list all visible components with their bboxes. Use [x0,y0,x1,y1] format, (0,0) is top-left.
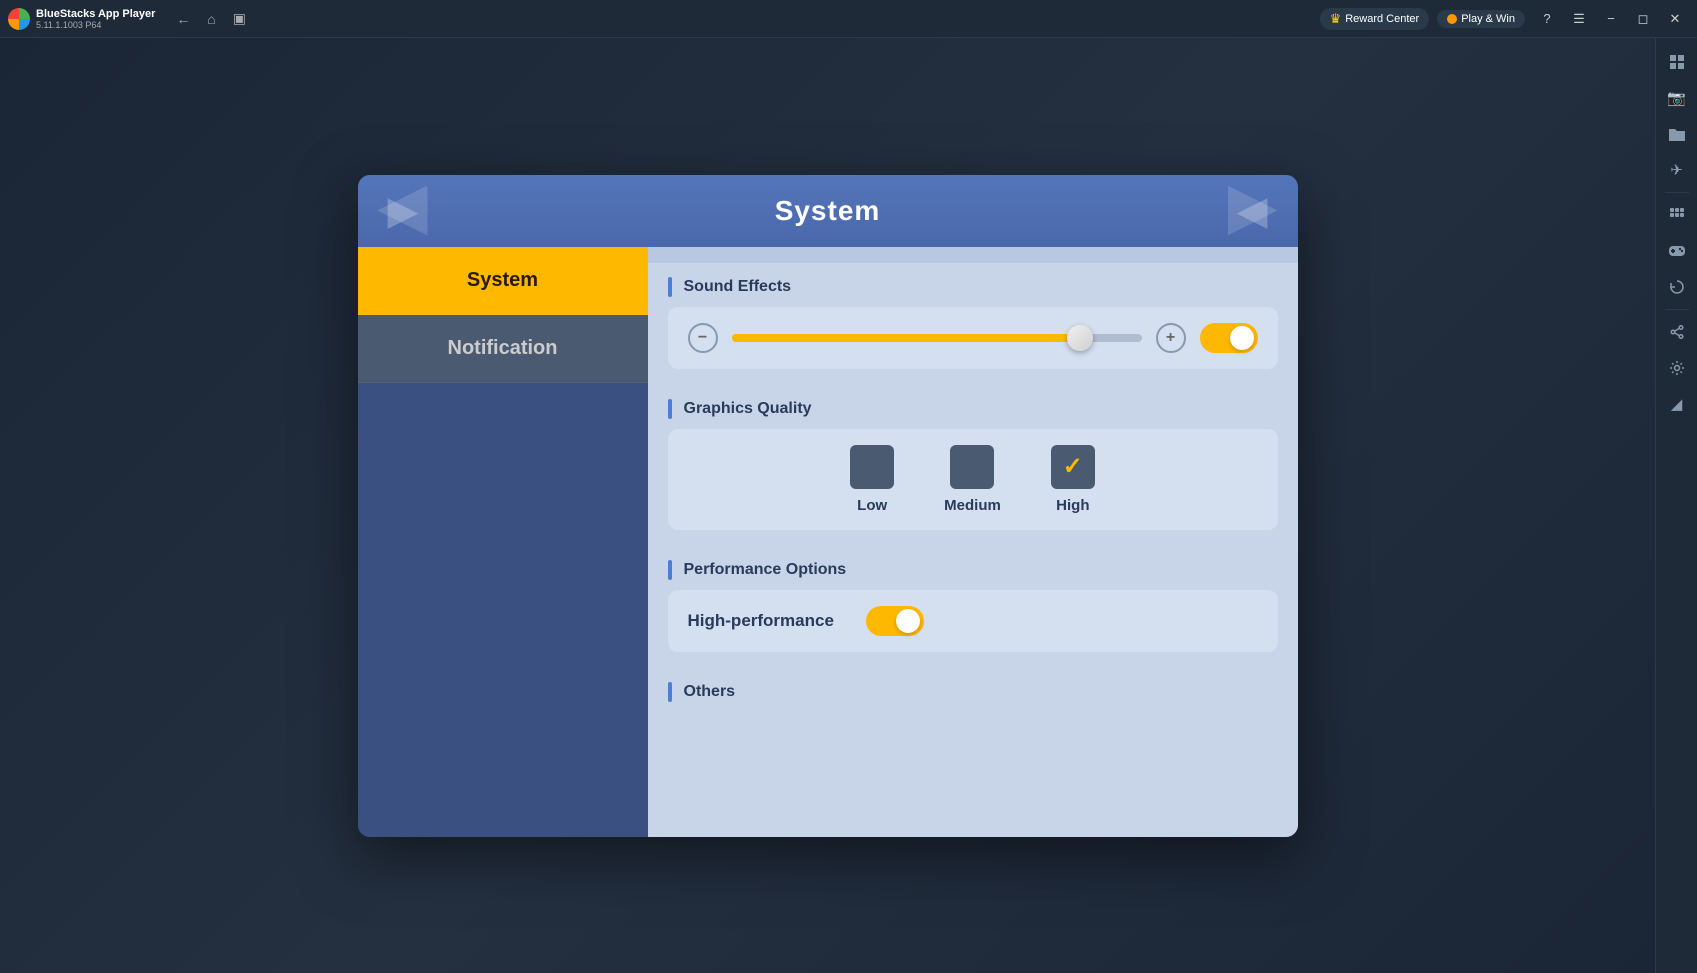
graphics-section-bar [668,399,672,419]
quality-medium-checkbox [950,445,994,489]
content-top-bar [648,247,1298,263]
graphics-quality-label: Graphics Quality [668,399,1278,419]
others-section-bar [668,682,672,702]
nav-system-label: System [467,269,538,291]
sidebar-controller-icon[interactable] [1661,235,1693,267]
nav-item-system[interactable]: System [358,247,648,315]
app-name: BlueStacks App Player [36,8,155,20]
sound-toggle[interactable] [1200,323,1258,353]
quality-row: Low Medium ✓ High [688,445,1258,514]
close-button[interactable]: ✕ [1661,7,1689,31]
sidebar-expand-icon[interactable]: ◢ [1661,388,1693,420]
minimize-button[interactable]: − [1597,7,1625,31]
sound-toggle-knob [1230,326,1254,350]
windows-button[interactable]: ▣ [227,7,251,31]
reward-label: Reward Center [1345,13,1419,25]
main-area: ▶ System ◀ System Notification [0,38,1655,973]
quality-high[interactable]: ✓ High [1051,445,1095,514]
sound-section-bar [668,277,672,297]
sound-decrease-button[interactable]: − [688,323,718,353]
reward-center-button[interactable]: ♛ Reward Center [1320,8,1430,30]
checkmark-icon: ✓ [1063,452,1083,481]
top-bar-right: ♛ Reward Center Play & Win ? ☰ − ◻ ✕ [1320,7,1697,31]
others-label: Others [668,682,1278,702]
sidebar-grid-icon[interactable] [1661,199,1693,231]
sound-effects-content: − + [668,307,1278,369]
restore-button[interactable]: ◻ [1629,7,1657,31]
sidebar-folder-icon[interactable] [1661,118,1693,150]
performance-section: Performance Options High-performance [648,546,1298,668]
quality-low[interactable]: Low [850,445,894,514]
graphics-quality-section: Graphics Quality Low Medium [648,385,1298,546]
sidebar-divider-1 [1665,192,1689,193]
sound-increase-button[interactable]: + [1156,323,1186,353]
menu-button[interactable]: ☰ [1565,7,1593,31]
system-modal: ▶ System ◀ System Notification [358,175,1298,837]
others-section: Others [648,668,1298,702]
quality-low-label: Low [857,497,887,514]
sound-effects-section: Sound Effects − [648,263,1298,385]
app-version: 5.11.1.1003 P64 [36,20,155,30]
home-button[interactable]: ⌂ [199,7,223,31]
sidebar-settings-bottom-icon[interactable] [1661,352,1693,384]
window-controls: ? ☰ − ◻ ✕ [1533,7,1689,31]
slider-fill [732,334,1081,342]
sidebar-airplane-icon[interactable]: ✈ [1661,154,1693,186]
sound-slider[interactable] [732,334,1142,342]
quality-high-checkbox: ✓ [1051,445,1095,489]
sidebar-share-icon[interactable] [1661,316,1693,348]
sidebar-rotate-icon[interactable] [1661,271,1693,303]
right-sidebar: 📷 ✈ ◢ [1655,38,1697,973]
crown-icon: ♛ [1330,11,1342,27]
modal-body: System Notification Sound Effects [358,247,1298,837]
performance-toggle-knob [896,609,920,633]
quality-medium[interactable]: Medium [944,445,1001,514]
sound-row: − + [688,323,1258,353]
performance-row: High-performance [688,606,1258,636]
top-nav-buttons: ← ⌂ ▣ [171,7,251,31]
play-win-label: Play & Win [1461,13,1515,25]
app-info: BlueStacks App Player 5.11.1.1003 P64 [36,8,155,30]
performance-label: Performance Options [668,560,1278,580]
app-logo: BlueStacks App Player 5.11.1.1003 P64 [0,8,163,30]
coin-icon [1447,14,1457,24]
performance-content: High-performance [668,590,1278,652]
bluestacks-logo-icon [8,8,30,30]
quality-high-label: High [1056,497,1089,514]
performance-section-bar [668,560,672,580]
sidebar-divider-2 [1665,309,1689,310]
nav-item-notification[interactable]: Notification [358,315,648,383]
help-button[interactable]: ? [1533,7,1561,31]
modal-title: System [775,195,881,226]
nav-notification-label: Notification [448,337,558,359]
modal-nav: System Notification [358,247,648,837]
graphics-quality-content: Low Medium ✓ High [668,429,1278,530]
modal-header-right-arrow: ◀ [1237,188,1268,234]
high-performance-label: High-performance [688,611,834,631]
quality-medium-label: Medium [944,497,1001,514]
quality-low-checkbox [850,445,894,489]
modal-header: ▶ System ◀ [358,175,1298,247]
modal-header-left-arrow: ▶ [388,188,419,234]
modal-content: Sound Effects − [648,247,1298,837]
plus-icon: + [1166,329,1175,347]
top-bar: BlueStacks App Player 5.11.1.1003 P64 ← … [0,0,1697,38]
sound-effects-label: Sound Effects [668,277,1278,297]
sidebar-windows-icon[interactable] [1661,46,1693,78]
minus-icon: − [698,329,707,347]
back-button[interactable]: ← [171,7,195,31]
play-win-button[interactable]: Play & Win [1437,10,1525,28]
slider-thumb[interactable] [1067,325,1093,351]
performance-toggle[interactable] [866,606,924,636]
sidebar-camera-icon[interactable]: 📷 [1661,82,1693,114]
